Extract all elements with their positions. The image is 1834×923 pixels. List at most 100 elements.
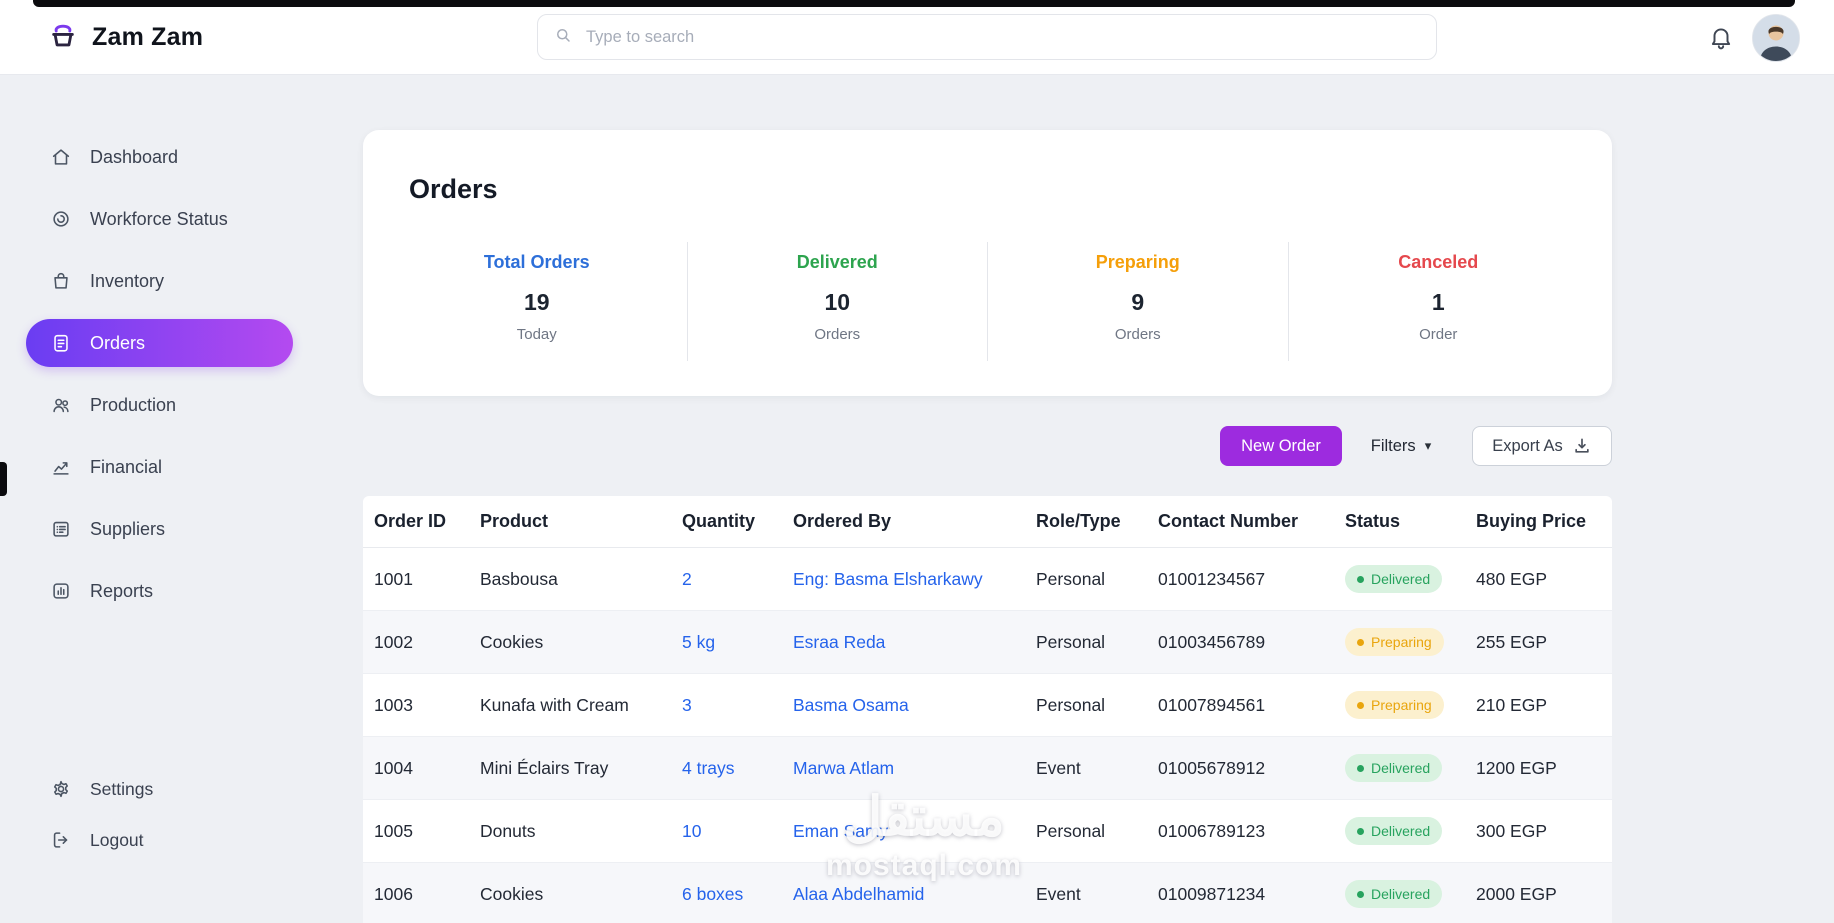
- download-icon: [1572, 436, 1592, 456]
- sidebar-item-label: Financial: [90, 456, 163, 477]
- sidebar-footer: Settings Logout: [0, 765, 330, 867]
- suppliers-icon: [50, 518, 72, 540]
- filters-button[interactable]: Filters ▾: [1357, 426, 1445, 466]
- sidebar-item-settings[interactable]: Settings: [26, 765, 293, 813]
- sidebar-item-label: Suppliers: [90, 518, 166, 539]
- quantity-link[interactable]: 2: [682, 569, 793, 590]
- cell-order-id: 1006: [374, 883, 413, 904]
- cell-role-type: Event: [1036, 757, 1081, 778]
- cell-contact-number: 01009871234: [1158, 883, 1266, 904]
- table-row: 1005 Donuts 10 Eman Samy Personal 01006789123…: [363, 800, 1612, 863]
- status-dot-icon: [1357, 638, 1364, 646]
- cell-buying-price: 300 EGP: [1476, 820, 1548, 841]
- sidebar-item-workforce-status[interactable]: Workforce Status: [26, 195, 293, 243]
- cell-order-id: 1005: [374, 820, 413, 841]
- window-top-strip: [33, 0, 1795, 7]
- table-row: 1004 Mini Éclairs Tray 4 trays Marwa Atlam E…: [363, 737, 1612, 800]
- cell-status: Delivered: [1345, 880, 1476, 908]
- orders-icon: [50, 332, 72, 354]
- reports-icon: [50, 580, 72, 602]
- status-dot-icon: [1357, 764, 1364, 772]
- column-header-status: Status: [1345, 511, 1401, 531]
- new-order-button[interactable]: New Order: [1220, 426, 1342, 466]
- cell-product: Donuts: [480, 820, 536, 841]
- orders-summary-card: Orders Total Orders 19 Today Delivered 10 Ord…: [363, 130, 1612, 396]
- sidebar-item-suppliers[interactable]: Suppliers: [26, 505, 293, 553]
- ordered-by-link[interactable]: Eman Samy: [793, 821, 1036, 842]
- ordered-by-link[interactable]: Alaa Abdelhamid: [793, 884, 1036, 905]
- quantity-link[interactable]: 10: [682, 821, 793, 842]
- status-badge: Preparing: [1345, 691, 1444, 719]
- column-header-quantity: Quantity: [682, 511, 756, 531]
- status-dot-icon: [1357, 890, 1364, 898]
- brand-logo-icon: [46, 18, 80, 57]
- status-badge: Delivered: [1345, 817, 1443, 845]
- financial-icon: [50, 456, 72, 478]
- sidebar: Dashboard Workforce Status Inventory Orders…: [0, 74, 330, 923]
- table-row: 1003 Kunafa with Cream 3 Basma Osama Persona…: [363, 674, 1612, 737]
- search-bar[interactable]: [537, 14, 1437, 60]
- cell-contact-number: 01001234567: [1158, 568, 1266, 589]
- status-dot-icon: [1357, 701, 1364, 709]
- workforce-icon: [50, 208, 72, 230]
- cell-role-type: Personal: [1036, 820, 1106, 841]
- orders-stats-row: Total Orders 19 Today Delivered 10 Orders Prep…: [387, 242, 1588, 361]
- status-badge: Delivered: [1345, 754, 1443, 782]
- cell-role-type: Personal: [1036, 694, 1106, 715]
- sidebar-item-dashboard[interactable]: Dashboard: [26, 133, 293, 181]
- user-avatar[interactable]: [1752, 14, 1800, 62]
- sidebar-item-logout[interactable]: Logout: [26, 816, 293, 864]
- cell-order-id: 1004: [374, 757, 413, 778]
- sidebar-item-orders[interactable]: Orders: [26, 319, 293, 367]
- cell-buying-price: 210 EGP: [1476, 694, 1548, 715]
- stat-value: 19: [523, 289, 550, 315]
- column-header-role-type: Role/Type: [1036, 511, 1121, 531]
- stat-value: 9: [1131, 289, 1145, 315]
- quantity-link[interactable]: 5 kg: [682, 632, 793, 653]
- stat-sublabel: Today: [516, 326, 557, 343]
- chevron-down-icon: ▾: [1424, 438, 1432, 453]
- quantity-link[interactable]: 6 boxes: [682, 884, 793, 905]
- quantity-link[interactable]: 3: [682, 695, 793, 716]
- cell-product: Kunafa with Cream: [480, 694, 629, 715]
- column-header-order-id: Order ID: [374, 511, 447, 531]
- sidebar-nav-list: Dashboard Workforce Status Inventory Orders…: [0, 133, 330, 615]
- status-dot-icon: [1357, 575, 1364, 583]
- sidebar-item-production[interactable]: Production: [26, 381, 293, 429]
- ordered-by-link[interactable]: Basma Osama: [793, 695, 1036, 716]
- cell-role-type: Event: [1036, 883, 1081, 904]
- sidebar-item-financial[interactable]: Financial: [26, 443, 293, 491]
- quantity-link[interactable]: 4 trays: [682, 758, 793, 779]
- cell-order-id: 1002: [374, 631, 413, 652]
- cell-contact-number: 01003456789: [1158, 631, 1266, 652]
- status-badge: Delivered: [1345, 880, 1443, 908]
- notifications-bell-icon[interactable]: [1708, 24, 1734, 50]
- sidebar-item-label: Production: [90, 394, 177, 415]
- topbar: Zam Zam: [0, 0, 1834, 75]
- cell-buying-price: 2000 EGP: [1476, 883, 1557, 904]
- brand-name: Zam Zam: [92, 22, 204, 51]
- cell-product: Mini Éclairs Tray: [480, 757, 609, 778]
- export-as-button[interactable]: Export As: [1472, 426, 1612, 466]
- column-header-ordered-by: Ordered By: [793, 511, 892, 531]
- sidebar-item-label: Logout: [90, 829, 144, 850]
- search-input[interactable]: [584, 26, 1420, 48]
- cell-status: Delivered: [1345, 817, 1476, 845]
- logout-icon: [50, 829, 72, 851]
- sidebar-item-label: Workforce Status: [90, 208, 228, 229]
- left-edge-marker: [0, 462, 7, 496]
- stat-label: Preparing: [1095, 252, 1180, 272]
- summary-stat-delivered: Delivered 10 Orders: [686, 242, 988, 361]
- search-icon: [554, 26, 572, 49]
- ordered-by-link[interactable]: Eng: Basma Elsharkawy: [793, 569, 1036, 590]
- sidebar-item-inventory[interactable]: Inventory: [26, 257, 293, 305]
- sidebar-item-label: Inventory: [90, 270, 165, 291]
- ordered-by-link[interactable]: Marwa Atlam: [793, 758, 1036, 779]
- cell-buying-price: 480 EGP: [1476, 568, 1548, 589]
- home-icon: [50, 146, 72, 168]
- stat-label: Canceled: [1398, 252, 1479, 272]
- status-badge: Preparing: [1345, 628, 1444, 656]
- sidebar-item-reports[interactable]: Reports: [26, 567, 293, 615]
- table-actions: New Order Filters ▾ Export As: [363, 426, 1612, 466]
- ordered-by-link[interactable]: Esraa Reda: [793, 632, 1036, 653]
